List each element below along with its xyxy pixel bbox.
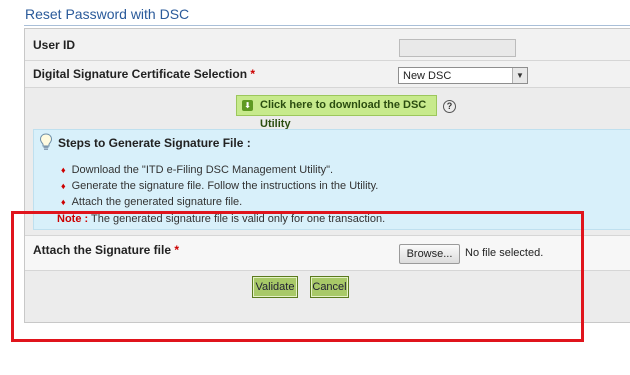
dsc-selection-label-text: Digital Signature Certificate Selection bbox=[33, 67, 248, 81]
steps-title: Steps to Generate Signature File : bbox=[58, 136, 251, 150]
user-id-label: User ID bbox=[33, 38, 76, 52]
step-text: Download the "ITD e-Filing DSC Managemen… bbox=[71, 164, 334, 176]
dsc-selection-label: Digital Signature Certificate Selection … bbox=[33, 67, 255, 81]
page-title: Reset Password with DSC bbox=[25, 6, 190, 22]
dsc-select[interactable]: New DSC ▼ bbox=[398, 67, 528, 84]
highlight-box bbox=[11, 211, 584, 342]
user-id-row bbox=[25, 29, 630, 61]
step-item: ♦ Generate the signature file. Follow the… bbox=[61, 180, 378, 192]
bullet-icon: ♦ bbox=[61, 181, 66, 191]
title-divider bbox=[24, 25, 630, 26]
dsc-select-value: New DSC bbox=[403, 70, 452, 82]
bullet-icon: ♦ bbox=[61, 165, 66, 175]
bullet-icon: ♦ bbox=[61, 197, 66, 207]
lightbulb-icon bbox=[39, 133, 53, 150]
step-item: ♦ Attach the generated signature file. bbox=[61, 196, 242, 208]
step-text: Generate the signature file. Follow the … bbox=[71, 180, 379, 192]
required-marker: * bbox=[250, 67, 256, 81]
help-icon[interactable]: ? bbox=[443, 100, 456, 113]
chevron-down-icon[interactable]: ▼ bbox=[512, 68, 527, 83]
step-text: Attach the generated signature file. bbox=[71, 196, 243, 208]
download-dsc-utility-button[interactable]: ⬇ Click here to download the DSC Utility bbox=[236, 95, 437, 130]
download-icon: ⬇ bbox=[242, 100, 253, 111]
user-id-field[interactable] bbox=[399, 39, 516, 57]
step-item: ♦ Download the "ITD e-Filing DSC Manageme… bbox=[61, 164, 333, 176]
